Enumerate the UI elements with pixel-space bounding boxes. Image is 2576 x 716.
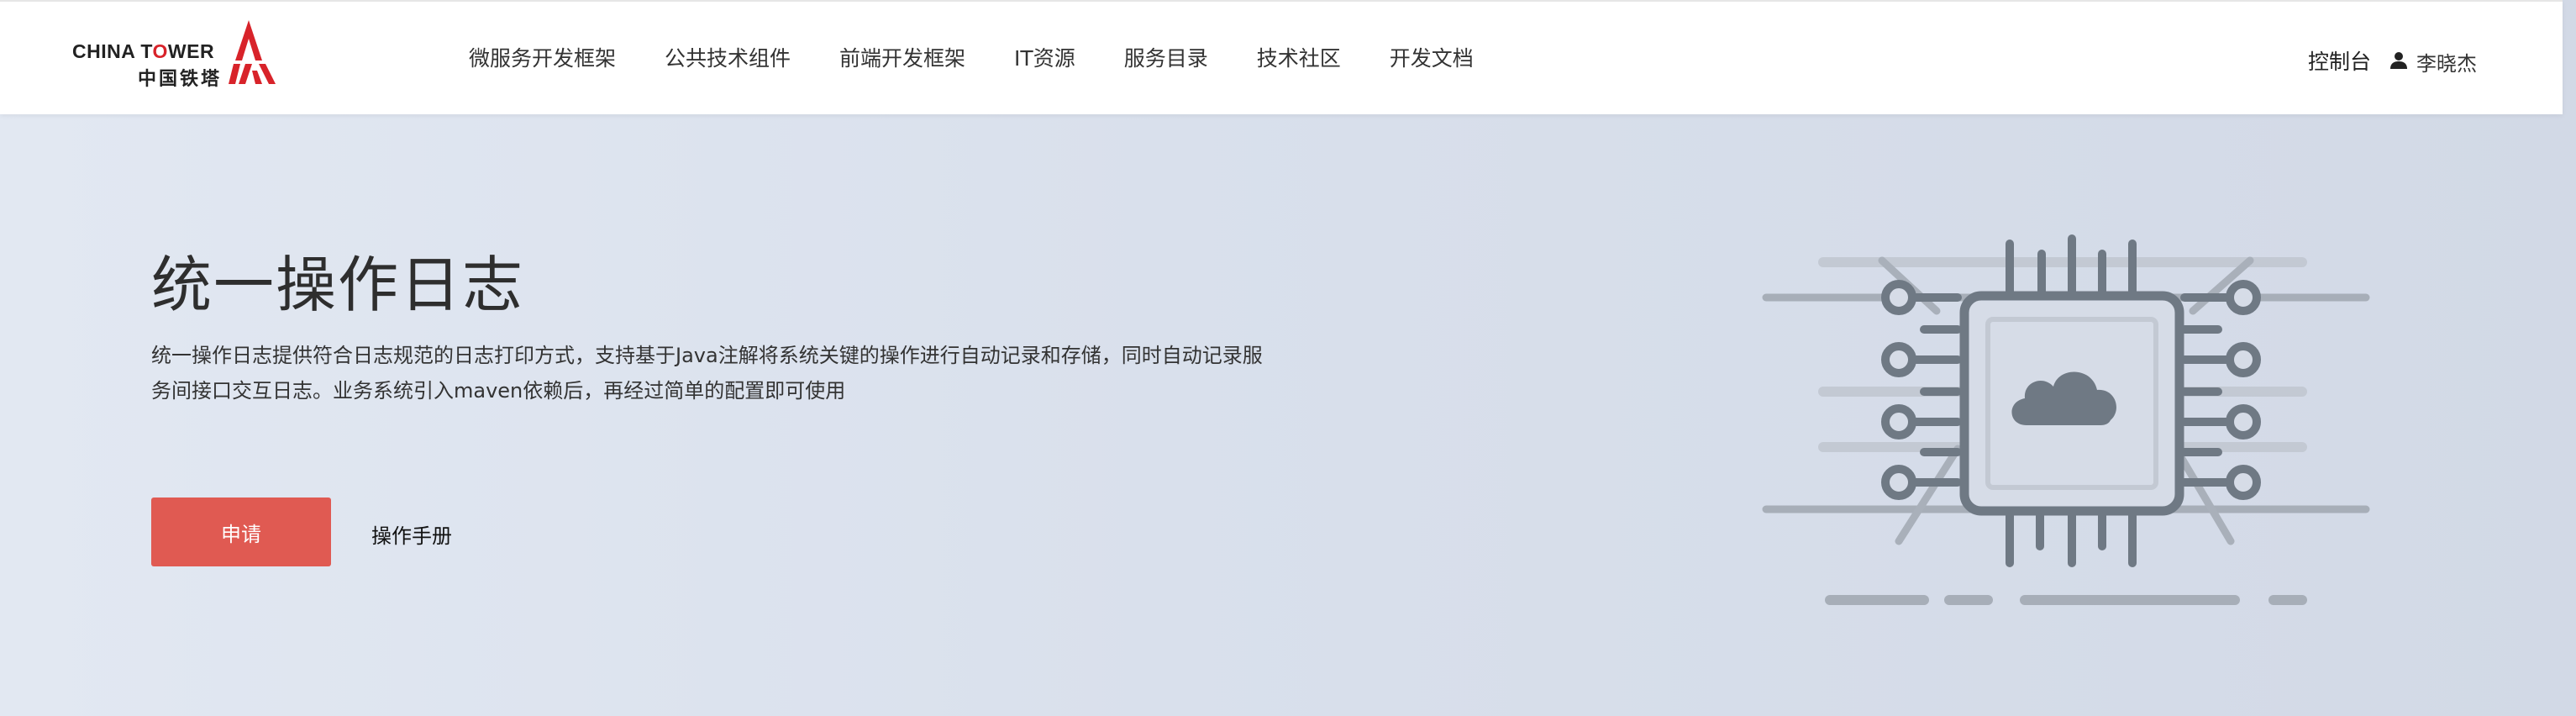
page-title: 统一操作日志 (151, 250, 525, 320)
nav-item-dev-docs[interactable]: 开发文档 (1390, 42, 1474, 72)
header-right: 控制台 李晓杰 (2308, 44, 2477, 76)
main-nav: 微服务开发框架 公共技术组件 前端开发框架 IT资源 服务目录 技术社区 开发文… (469, 42, 1474, 72)
page: CHINA TOWER 中国铁塔 微服务开发框架 公共技术组件 前端开发框架 I… (0, 0, 2576, 716)
nav-item-common-components[interactable]: 公共技术组件 (665, 42, 791, 72)
user-icon (2390, 51, 2407, 69)
logo-english-text: CHINA TOWER (72, 40, 215, 62)
tower-logo-icon (229, 20, 276, 84)
china-tower-logo[interactable]: CHINA TOWER 中国铁塔 (72, 20, 276, 90)
top-navigation-bar: CHINA TOWER 中国铁塔 微服务开发框架 公共技术组件 前端开发框架 I… (0, 0, 2563, 114)
manual-link[interactable]: 操作手册 (371, 519, 452, 549)
console-link[interactable]: 控制台 (2308, 45, 2371, 76)
chip-cloud-illustration (1762, 234, 2370, 605)
apply-button[interactable]: 申请 (151, 498, 331, 566)
top-edge-line (0, 0, 2563, 2)
nav-item-frontend-framework[interactable]: 前端开发框架 (839, 42, 965, 72)
user-name[interactable]: 李晓杰 (2416, 47, 2477, 76)
nav-item-it-resources[interactable]: IT资源 (1014, 42, 1075, 72)
hero-description: 统一操作日志提供符合日志规范的日志打印方式，支持基于Java注解将系统关键的操作… (151, 344, 1263, 403)
nav-item-service-catalog[interactable]: 服务目录 (1124, 42, 1208, 72)
nav-item-microservice-framework[interactable]: 微服务开发框架 (469, 42, 616, 72)
nav-item-tech-community[interactable]: 技术社区 (1257, 42, 1341, 72)
logo-chinese-text: 中国铁塔 (138, 69, 223, 90)
